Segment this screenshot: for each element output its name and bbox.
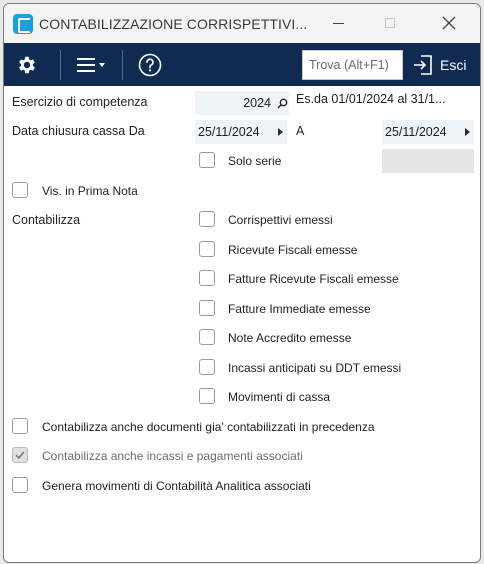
menu-button[interactable] (74, 53, 110, 77)
main-window: CONTABILIZZAZIONE CORRISPETTIVI... Trova… (3, 3, 481, 563)
a-label: A (296, 124, 305, 138)
help-button[interactable] (137, 52, 163, 78)
chk-movimenti-cassa[interactable] (199, 388, 215, 404)
data-a-dropdown[interactable] (460, 128, 474, 136)
solo-serie-field (382, 149, 474, 173)
exit-door-icon (414, 55, 432, 75)
data-da-field[interactable]: 25/11/2024 (195, 120, 287, 144)
minimize-icon (332, 22, 344, 24)
help-circle-icon (138, 53, 162, 77)
esercizio-field[interactable]: 2024 (195, 91, 289, 115)
chk-ricevute-fiscali[interactable] (199, 241, 215, 257)
esercizio-value: 2024 (243, 96, 271, 110)
title-bar: CONTABILIZZAZIONE CORRISPETTIVI... (4, 4, 480, 43)
chk-incassi-anticipati-label: Incassi anticipati su DDT emessi (228, 361, 402, 375)
vis-prima-nota-label: Vis. in Prima Nota (42, 184, 138, 198)
chk-contabilita-analitica[interactable] (12, 477, 28, 493)
chk-incassi-anticipati[interactable] (199, 359, 215, 375)
close-button[interactable] (437, 12, 461, 34)
chk-corrispettivi[interactable] (199, 211, 215, 227)
chk-note-accredito[interactable] (199, 329, 215, 345)
window-title: CONTABILIZZAZIONE CORRISPETTIVI... (39, 15, 308, 32)
maximize-button[interactable] (378, 12, 402, 34)
search-lookup-button[interactable] (275, 98, 289, 109)
toolbar-separator (60, 50, 61, 80)
data-da-dropdown[interactable] (273, 128, 287, 136)
esercizio-description: Es.da 01/01/2024 al 31/1... (296, 92, 446, 106)
data-da-value: 25/11/2024 (198, 125, 260, 139)
solo-serie-checkbox[interactable] (199, 152, 215, 168)
hamburger-menu-icon (77, 58, 105, 72)
chk-corrispettivi-label: Corrispettivi emessi (228, 213, 333, 227)
chk-note-accredito-label: Note Accredito emesse (228, 331, 352, 345)
chk-fatture-ricevute-label: Fatture Ricevute Fiscali emesse (228, 272, 399, 286)
chk-documenti-gia-contabilizzati-label: Contabilizza anche documenti gia' contab… (42, 420, 375, 434)
solo-serie-label: Solo serie (228, 154, 282, 168)
settings-button[interactable] (14, 52, 40, 78)
vis-prima-nota-checkbox[interactable] (12, 182, 28, 198)
chk-ricevute-fiscali-label: Ricevute Fiscali emesse (228, 243, 358, 257)
form-content: Esercizio di competenza 2024 Es.da 01/01… (4, 86, 480, 562)
chk-documenti-gia-contabilizzati[interactable] (12, 418, 28, 434)
chevron-right-icon (277, 128, 283, 136)
maximize-icon (385, 18, 395, 28)
data-a-value: 25/11/2024 (385, 125, 447, 139)
checkmark-icon (15, 451, 25, 460)
chk-fatture-immediate[interactable] (199, 300, 215, 316)
chk-incassi-pagamenti (12, 447, 28, 463)
exit-button[interactable]: Esci (412, 51, 466, 79)
search-icon (277, 98, 287, 108)
search-input[interactable] (302, 50, 403, 80)
data-a-field[interactable]: 25/11/2024 (382, 120, 474, 144)
minimize-button[interactable] (326, 12, 350, 34)
close-icon (442, 16, 456, 30)
gear-icon (19, 56, 35, 74)
contabilizza-label: Contabilizza (12, 213, 81, 227)
toolbar-separator (122, 50, 123, 80)
esercizio-label: Esercizio di competenza (12, 95, 148, 109)
data-chiusura-label: Data chiusura cassa Da (12, 124, 145, 138)
app-icon (13, 13, 33, 34)
exit-label: Esci (440, 57, 467, 73)
chk-fatture-immediate-label: Fatture Immediate emesse (228, 302, 371, 316)
chk-contabilita-analitica-label: Genera movimenti di Contabilità Analitic… (42, 479, 311, 493)
chk-movimenti-cassa-label: Movimenti di cassa (228, 390, 331, 404)
chevron-right-icon (464, 128, 470, 136)
toolbar: Esci (4, 43, 480, 86)
chk-fatture-ricevute[interactable] (199, 270, 215, 286)
chk-incassi-pagamenti-label: Contabilizza anche incassi e pagamenti a… (42, 449, 303, 463)
